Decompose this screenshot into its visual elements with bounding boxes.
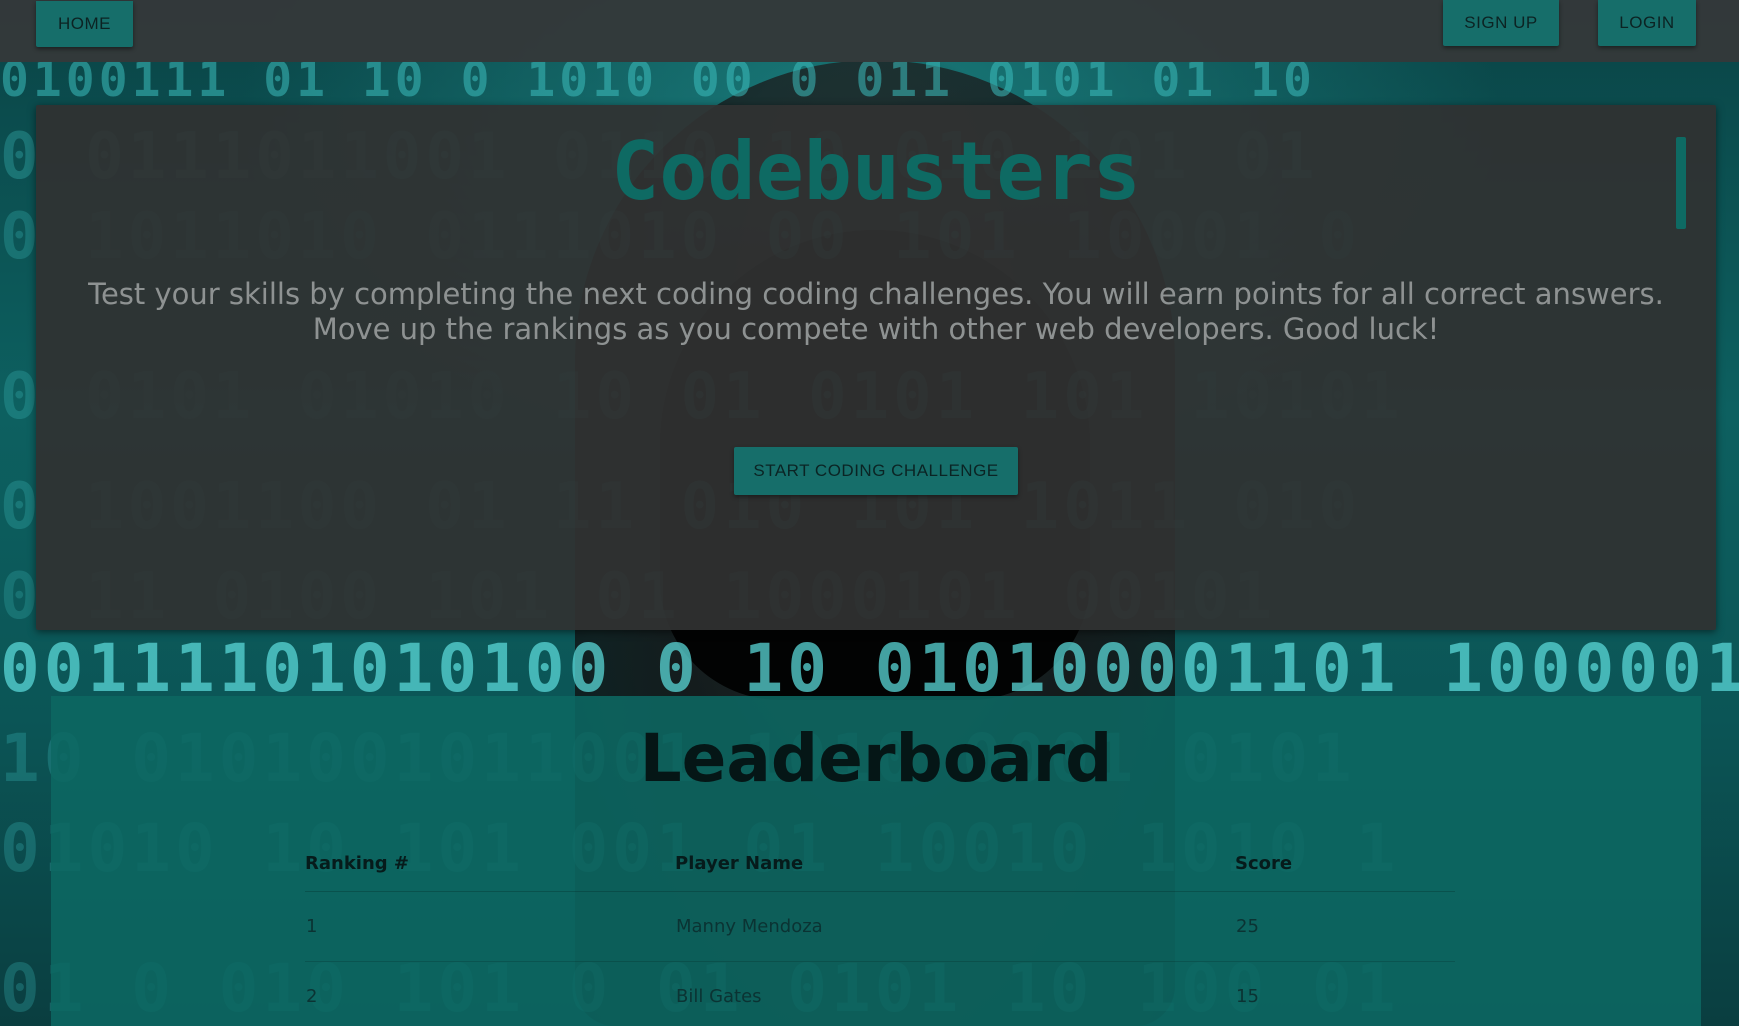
table-header-row: Ranking # Player Name Score (305, 836, 1455, 892)
table-row: 1 Manny Mendoza 25 (305, 891, 1455, 962)
cell-rank: 1 (305, 891, 675, 962)
cell-rank: 2 (305, 961, 675, 1026)
cell-player-name: Manny Mendoza (675, 891, 1235, 962)
leaderboard-table: Ranking # Player Name Score 1 Manny Mend… (305, 836, 1455, 1026)
cell-score: 15 (1235, 961, 1455, 1026)
column-header-ranking: Ranking # (305, 836, 675, 892)
leaderboard-title: Leaderboard (639, 720, 1113, 797)
column-header-score: Score (1235, 836, 1455, 892)
leaderboard-panel: Leaderboard Ranking # Player Name Score … (51, 696, 1701, 1026)
signup-button[interactable]: SIGN UP (1443, 0, 1559, 46)
login-button[interactable]: LOGIN (1598, 0, 1696, 46)
hero-description: Test your skills by completing the next … (88, 277, 1664, 346)
start-coding-challenge-button[interactable]: START CODING CHALLENGE (734, 447, 1018, 495)
cell-score: 25 (1235, 891, 1455, 962)
top-navbar: HOME SIGN UP LOGIN (0, 0, 1739, 62)
column-header-player-name: Player Name (675, 836, 1235, 892)
home-button[interactable]: HOME (36, 1, 133, 47)
cell-player-name: Bill Gates (675, 961, 1235, 1026)
page-title: Codebusters (611, 125, 1141, 218)
table-row: 2 Bill Gates 15 (305, 961, 1455, 1026)
